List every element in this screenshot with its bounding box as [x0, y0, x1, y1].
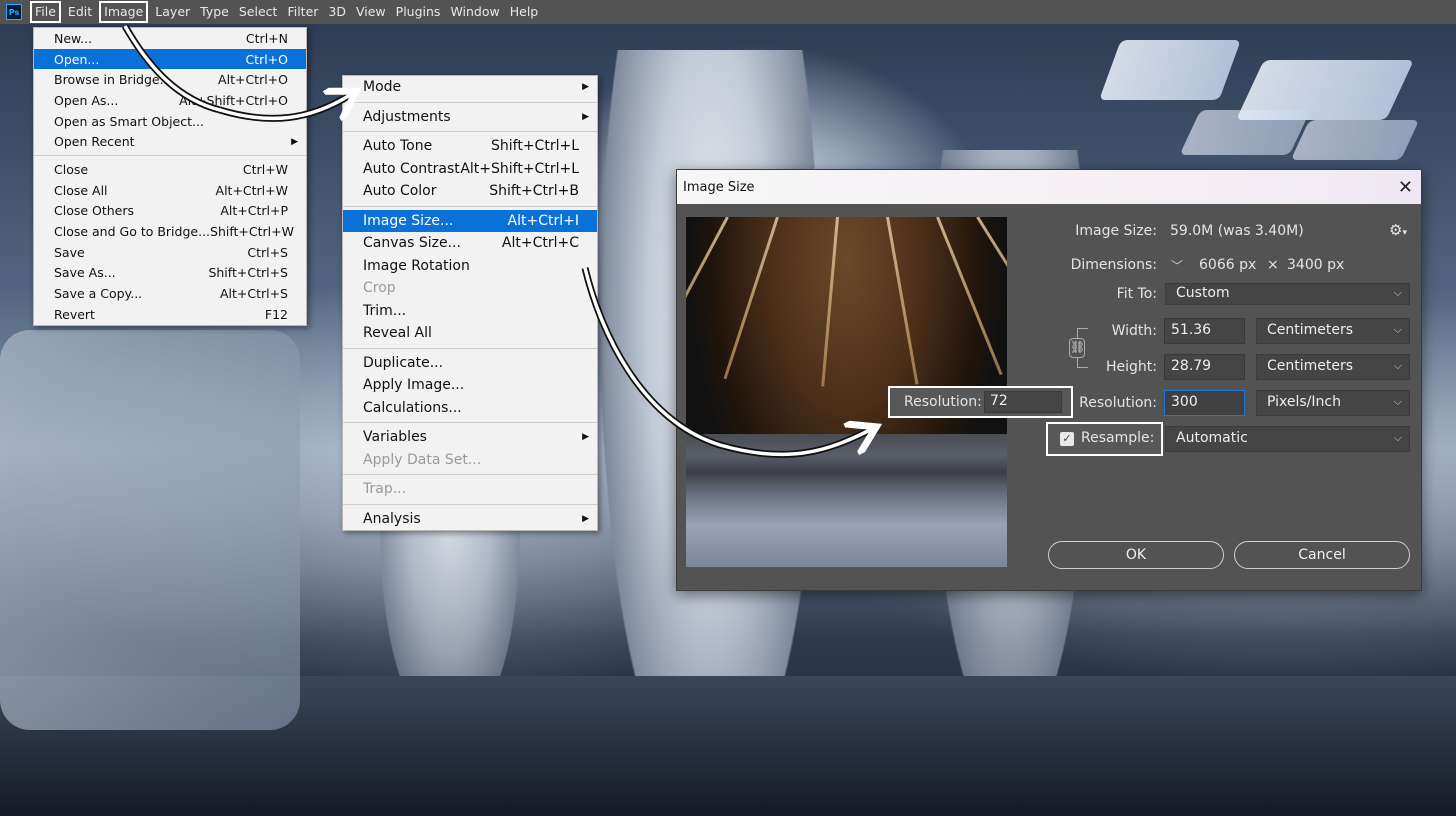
arrow-file-to-image	[121, 24, 350, 122]
arrow-image-size-to-dialog	[581, 267, 870, 458]
annotation-arrows	[121, 24, 1456, 458]
